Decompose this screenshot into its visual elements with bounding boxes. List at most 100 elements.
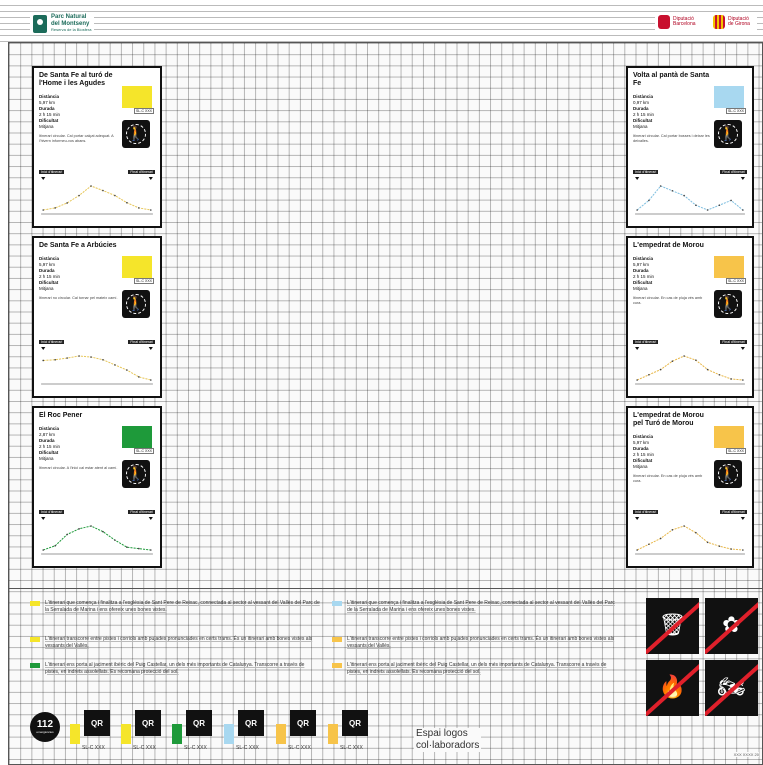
footer-strip: 112 emergències QR SL-C XXX QR SL-C XXX … xyxy=(30,708,590,758)
route-note: Itinerari no circular. Cal tornar pel ma… xyxy=(39,296,118,300)
legend-item: L'itinerari que comença i finalitza a l'… xyxy=(332,600,617,613)
route-card: Volta al pantà de Santa Fe SL-C XXX Dist… xyxy=(626,66,754,228)
profile-point xyxy=(683,525,685,527)
profile-point xyxy=(78,355,80,357)
qr-block: QR SL-C XXX xyxy=(276,710,328,754)
profile-line xyxy=(636,185,744,211)
document-code: XXX XXXX 20 xyxy=(733,752,759,757)
diputacio-girona-logo: Diputació de Girona xyxy=(713,15,754,29)
end-marker xyxy=(148,347,153,350)
diputacio-girona-icon xyxy=(713,15,725,29)
profile-point xyxy=(114,539,116,541)
route-note: Itinerari circular. En cas de pluja vés … xyxy=(633,296,703,305)
end-marker xyxy=(740,177,745,180)
route-title: El Roc Pener xyxy=(39,412,83,419)
emergency-number: 112 xyxy=(36,719,54,730)
no-flower-picking-icon: ✿ xyxy=(705,598,758,654)
hiker-icon: 🚶 xyxy=(122,460,150,488)
end-marker xyxy=(740,347,745,350)
route-title: L'empedrat de Morou xyxy=(633,242,704,249)
hiker-icon: 🚶 xyxy=(122,120,150,148)
qr-code[interactable]: QR xyxy=(290,710,316,736)
profile-point xyxy=(706,541,709,544)
qr-route-color xyxy=(70,724,80,744)
qr-code[interactable]: QR xyxy=(84,710,110,736)
elevation-profile: Inici d'itinerari Final d'itinerari xyxy=(39,340,155,392)
route-difficulty: Mitjana xyxy=(39,456,54,461)
end-label: Final d'itinerari xyxy=(720,510,747,514)
profile-point xyxy=(102,189,104,192)
page-header: Parc Natural del Montseny Reserva de la … xyxy=(0,0,763,42)
elevation-chart xyxy=(635,177,745,215)
profile-point xyxy=(54,207,57,209)
profile-point xyxy=(78,528,80,530)
qr-code[interactable]: QR xyxy=(238,710,264,736)
qr-block: QR SL-C XXX xyxy=(121,710,173,754)
profile-line xyxy=(636,355,743,381)
profile-point xyxy=(42,359,45,362)
elevation-chart xyxy=(41,517,153,555)
profile-point xyxy=(42,549,45,551)
route-meta: Distància 2,87 km Durada 2 h 15 min Difi… xyxy=(39,426,111,462)
profile-point xyxy=(66,533,68,536)
start-label: Inici d'itinerari xyxy=(633,510,659,514)
route-code-tag: SL-C XXX xyxy=(134,448,154,454)
route-code-tag: SL-C XXX xyxy=(134,108,154,114)
park-name-line1: Parc Natural xyxy=(51,14,87,20)
profile-point xyxy=(66,357,68,359)
profile-point xyxy=(54,358,57,361)
emergency-label: emergències xyxy=(36,730,54,734)
end-label: Final d'itinerari xyxy=(128,170,155,174)
elevation-chart xyxy=(635,517,745,555)
qr-block: QR SL-C XXX xyxy=(328,710,380,754)
profile-line xyxy=(43,185,151,211)
elevation-profile: Inici d'itinerari Final d'itinerari xyxy=(633,340,747,392)
profile-point xyxy=(695,359,697,361)
hiker-icon: 🚶 xyxy=(714,290,742,318)
profile-point xyxy=(671,529,674,531)
end-marker xyxy=(740,517,745,520)
profile-point xyxy=(742,549,744,551)
park-logo: Parc Natural del Montseny Reserva de la … xyxy=(30,13,95,35)
profile-point xyxy=(78,194,80,197)
route-difficulty: Mitjana xyxy=(633,286,648,291)
emergency-badge: 112 emergències xyxy=(30,712,60,742)
qr-block: QR SL-C XXX xyxy=(70,710,122,754)
profile-point xyxy=(648,199,650,202)
prohibition-signs: 🗑 ✿ 🔥 🏍 xyxy=(646,598,758,716)
route-title: De Santa Fe a Arbúcies xyxy=(39,242,117,249)
elevation-chart xyxy=(41,347,153,385)
profile-point xyxy=(730,199,732,202)
route-note: Itinerari circular. A l'inici cal estar … xyxy=(39,466,118,470)
legend-item: L'itinerari ens porta al jaciment ibèric… xyxy=(332,662,617,675)
route-code-tag: SL-C XXX xyxy=(726,278,746,284)
route-color-swatch xyxy=(714,426,744,448)
profile-point xyxy=(54,544,57,547)
route-note: Itinerari circular. En cas de pluja vés … xyxy=(633,474,703,483)
diputacio-barcelona-logo: Diputació Barcelona xyxy=(658,15,705,29)
profile-point xyxy=(648,373,650,376)
route-card: De Santa Fe al turó de l'Home i les Agud… xyxy=(32,66,162,228)
hiker-icon: 🚶 xyxy=(714,120,742,148)
qr-caption: SL-C XXX xyxy=(236,745,259,751)
qr-block: QR SL-C XXX xyxy=(224,710,276,754)
qr-code[interactable]: QR xyxy=(186,710,212,736)
start-label: Inici d'itinerari xyxy=(633,340,659,344)
legend-swatch xyxy=(30,663,40,668)
end-label: Final d'itinerari xyxy=(720,170,747,174)
profile-point xyxy=(730,378,732,380)
profile-point xyxy=(695,531,697,534)
legend-swatch xyxy=(30,637,40,642)
profile-point xyxy=(137,547,140,550)
park-subtitle: Reserva de la Biosfera xyxy=(51,27,92,32)
qr-caption: SL-C XXX xyxy=(340,745,363,751)
elevation-profile: Inici d'itinerari Final d'itinerari xyxy=(39,510,155,562)
qr-code[interactable]: QR xyxy=(342,710,368,736)
hiker-icon: 🚶 xyxy=(122,290,150,318)
qr-caption: SL-C XXX xyxy=(82,745,105,751)
profile-point xyxy=(683,194,685,197)
end-label: Final d'itinerari xyxy=(128,510,155,514)
qr-code[interactable]: QR xyxy=(135,710,161,736)
section-divider xyxy=(8,588,763,589)
profile-point xyxy=(695,204,697,206)
